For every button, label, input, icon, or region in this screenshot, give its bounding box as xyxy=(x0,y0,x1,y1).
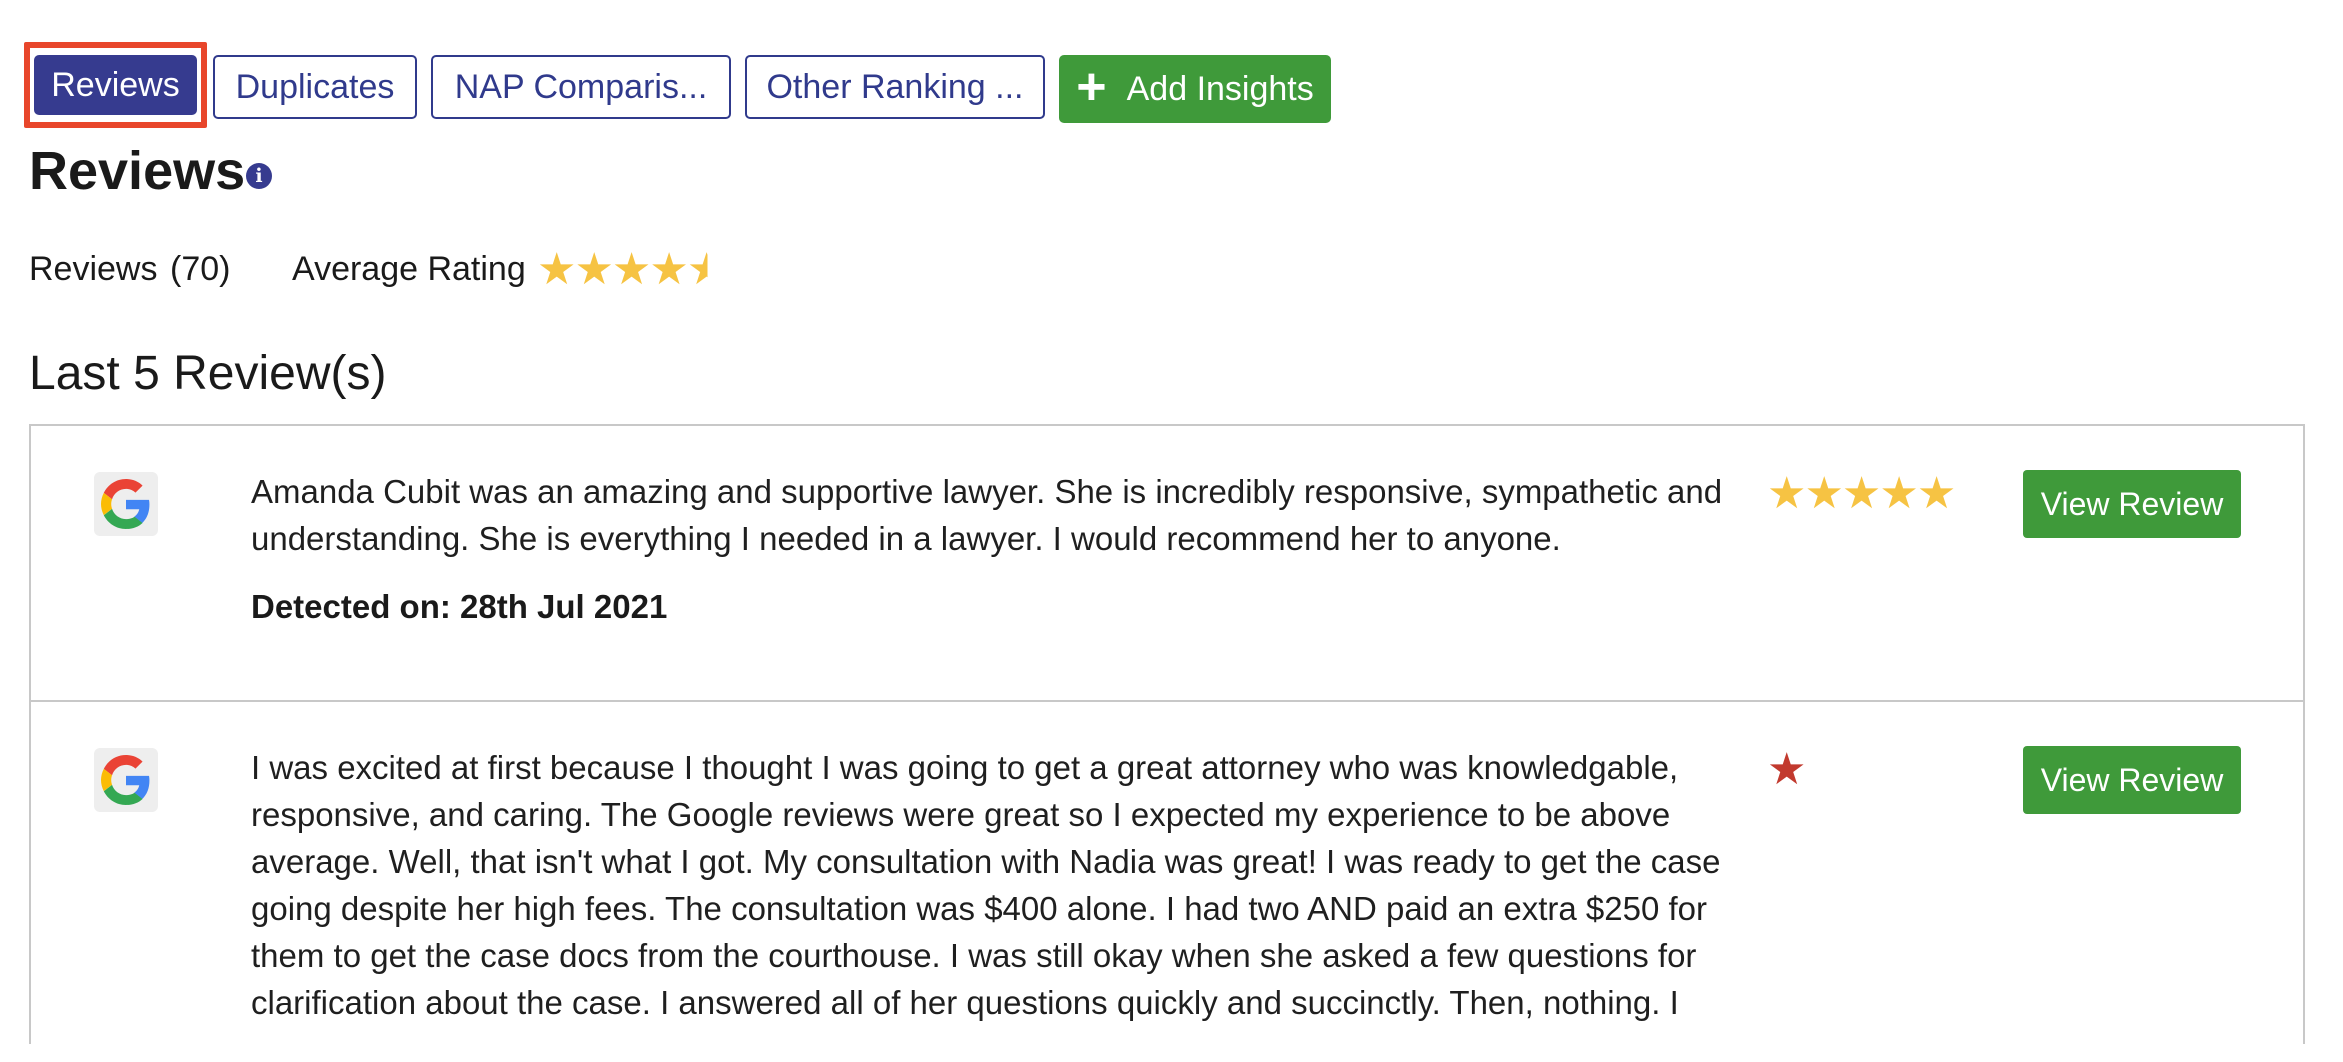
review-text: Amanda Cubit was an amazing and supporti… xyxy=(251,473,1723,557)
review-text: I was excited at first because I thought… xyxy=(251,749,1721,1021)
average-rating-stars: ★★★★★ xyxy=(537,244,726,295)
view-review-button[interactable]: View Review xyxy=(2023,746,2241,814)
star-icon: ★ xyxy=(1804,469,1843,518)
average-rating-label: Average Rating xyxy=(292,250,526,288)
page-title: Reviews xyxy=(29,141,246,201)
view-review-button[interactable]: View Review xyxy=(2023,470,2241,538)
star-icon: ★ xyxy=(649,245,688,294)
plus-icon: + xyxy=(1076,58,1107,116)
info-icon[interactable]: i xyxy=(246,163,272,189)
star-icon: ★ xyxy=(574,245,613,294)
tab-nap-comparison[interactable]: NAP Comparis... xyxy=(431,55,731,119)
detected-date: Detected on: 28th Jul 2021 xyxy=(251,588,668,625)
add-insights-button[interactable]: + Add Insights xyxy=(1059,55,1331,123)
star-icon: ★ xyxy=(611,245,651,294)
tab-other-ranking[interactable]: Other Ranking ... xyxy=(745,55,1045,119)
review-item: I was excited at first because I thought… xyxy=(31,700,2303,1062)
google-icon xyxy=(94,472,158,536)
star-icon: ★ xyxy=(537,245,576,294)
reviews-count-label: Reviews xyxy=(29,250,158,288)
add-insights-label: Add Insights xyxy=(1126,69,1314,108)
section-title: Last 5 Review(s) xyxy=(29,347,387,400)
review-item: Amanda Cubit was an amazing and supporti… xyxy=(31,426,2303,700)
star-icon: ★ xyxy=(1767,469,1806,518)
star-icon: ★ xyxy=(1916,469,1956,518)
reviews-count-value: (70) xyxy=(170,250,231,288)
star-icon: ★ xyxy=(1879,469,1918,518)
star-icon: ★ xyxy=(1767,745,1806,794)
review-rating-stars: ★ xyxy=(1767,744,1806,795)
tab-duplicates[interactable]: Duplicates xyxy=(213,55,417,119)
half-star-icon: ★ xyxy=(686,245,726,294)
review-rating-stars: ★★★★★ xyxy=(1767,468,1956,519)
star-icon: ★ xyxy=(1841,469,1881,518)
tab-reviews[interactable]: Reviews xyxy=(34,55,197,115)
google-icon xyxy=(94,748,158,812)
reviews-list: Amanda Cubit was an amazing and supporti… xyxy=(29,424,2305,1044)
